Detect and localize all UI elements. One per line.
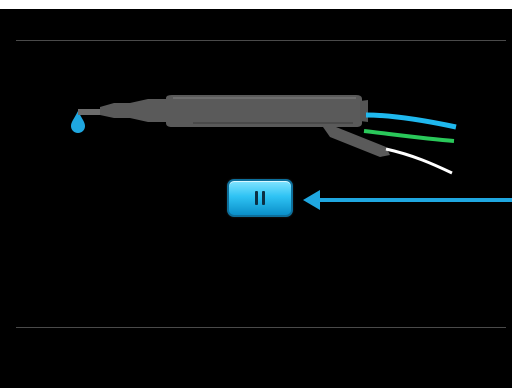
pause-button[interactable] (227, 179, 293, 217)
device-screen (0, 9, 512, 388)
device-frame (0, 0, 512, 388)
top-divider (16, 40, 506, 41)
scaler-handpiece-icon (71, 95, 457, 175)
blue-cable (365, 112, 457, 130)
pause-icon (254, 191, 266, 205)
left-arrow-icon (303, 190, 512, 210)
white-cable (385, 147, 453, 175)
bottom-divider (16, 327, 506, 328)
green-cable (363, 129, 455, 143)
